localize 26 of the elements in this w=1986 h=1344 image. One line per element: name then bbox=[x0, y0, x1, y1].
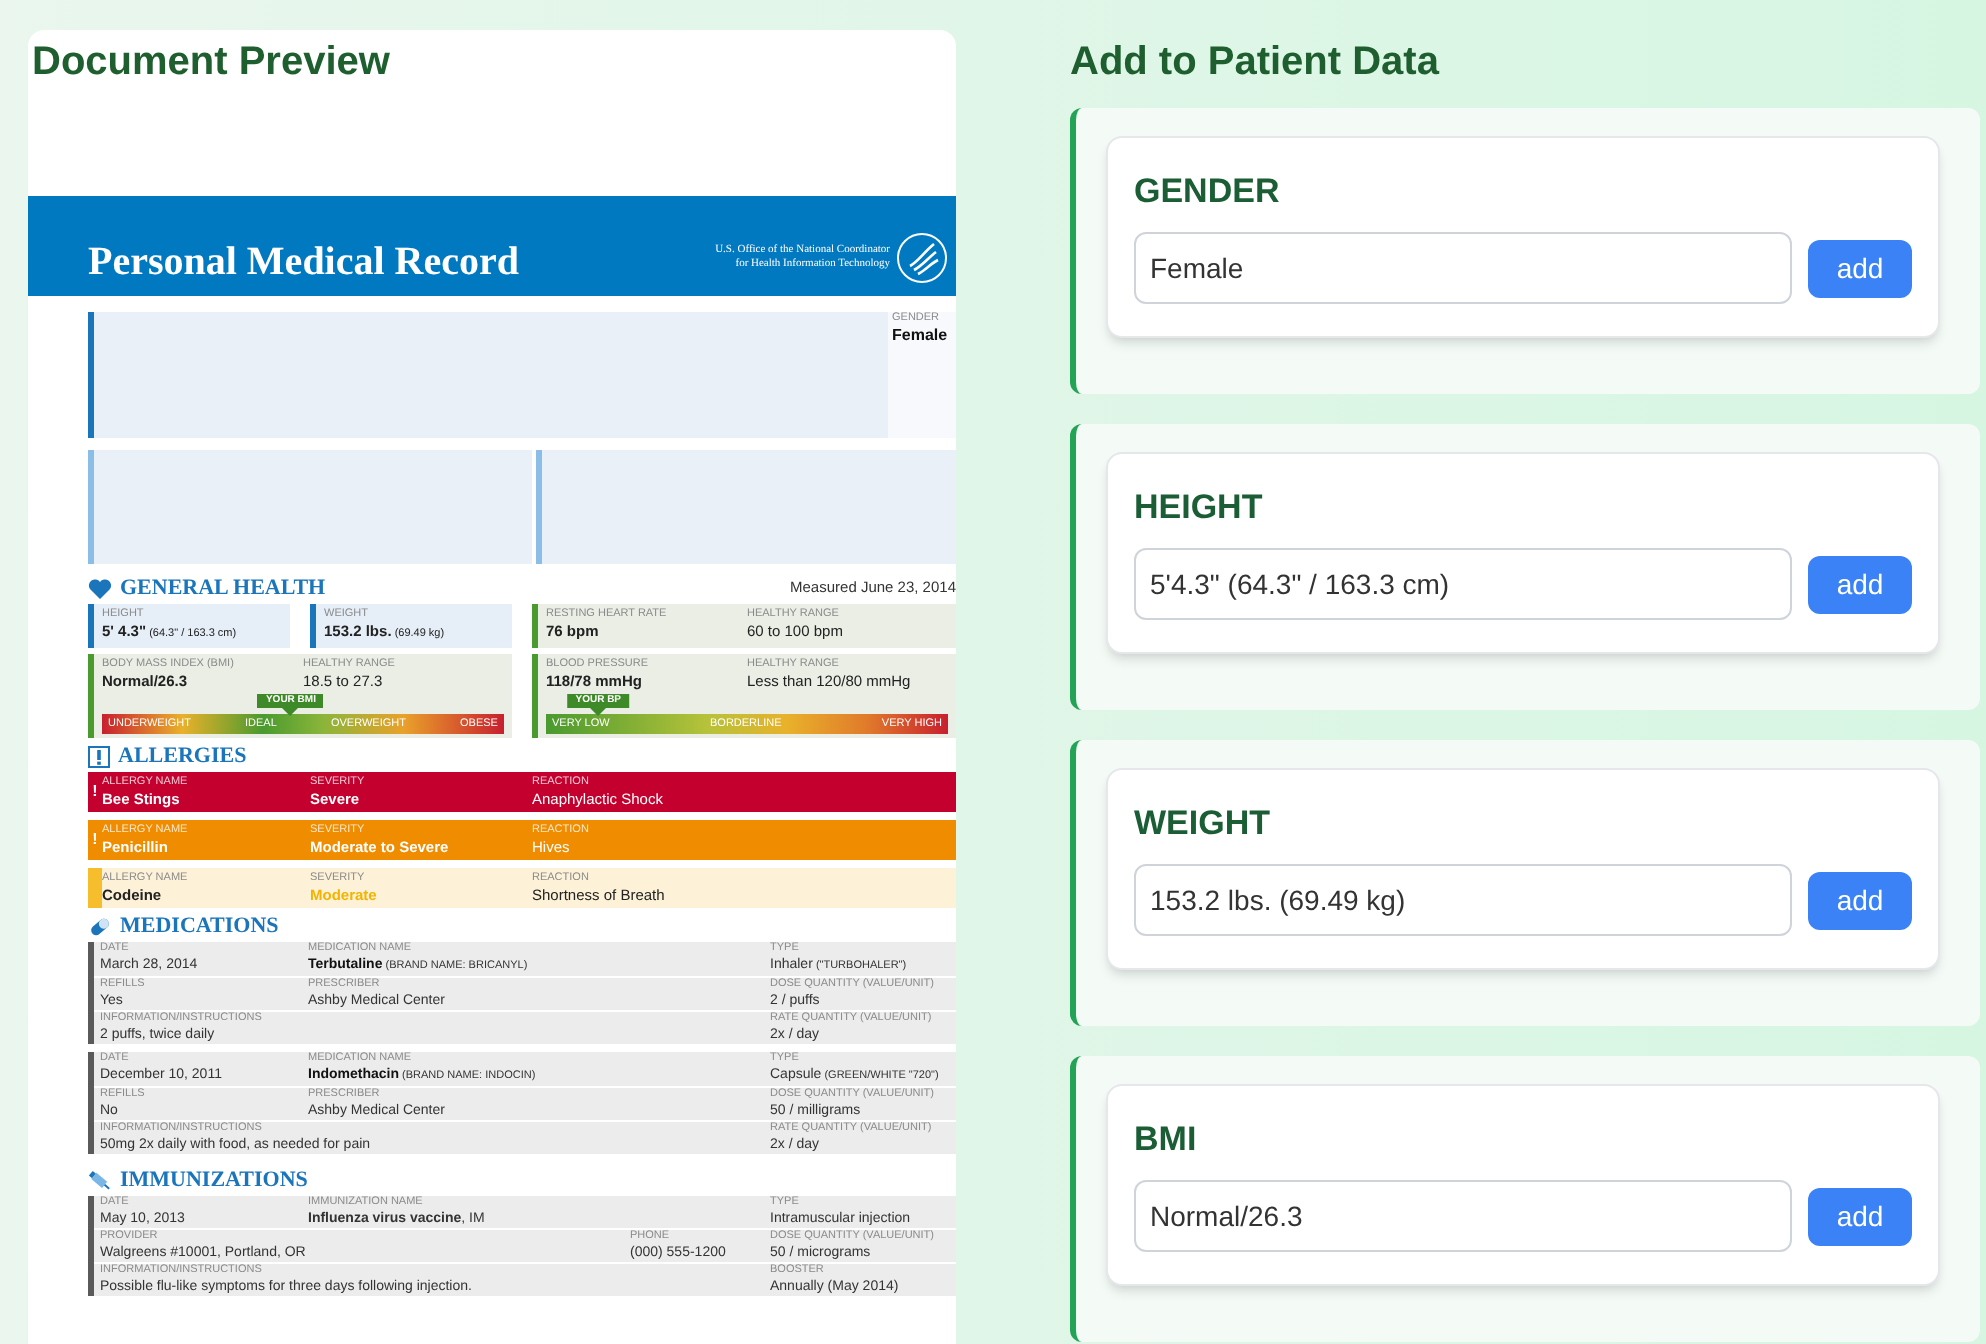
section-title: IMMUNIZATIONS bbox=[120, 1168, 308, 1194]
field-title: GENDER bbox=[1134, 170, 1282, 214]
add-button[interactable]: add bbox=[1808, 871, 1912, 929]
field-title: WEIGHT bbox=[1134, 802, 1272, 846]
panel-title: Document Preview bbox=[30, 38, 392, 88]
field-title: BMI bbox=[1134, 1118, 1199, 1162]
section-title: ALLERGIES bbox=[118, 744, 247, 770]
value-input[interactable]: Female bbox=[1134, 232, 1792, 304]
panel-title: Add to Patient Data bbox=[1070, 38, 1442, 88]
value-input[interactable]: Normal/26.3 bbox=[1134, 1180, 1792, 1252]
add-button[interactable]: add bbox=[1808, 555, 1912, 613]
value-input[interactable]: 5'4.3" (64.3" / 163.3 cm) bbox=[1134, 548, 1792, 620]
warning-mark: ! bbox=[92, 832, 98, 848]
heart-icon bbox=[88, 578, 112, 600]
add-button[interactable]: add bbox=[1808, 239, 1912, 297]
section-title: MEDICATIONS bbox=[120, 914, 279, 940]
section-title: GENERAL HEALTH bbox=[120, 576, 326, 602]
value-input[interactable]: 153.2 lbs. (69.49 kg) bbox=[1134, 864, 1792, 936]
document-title: Personal Medical Record bbox=[88, 240, 519, 284]
warning-mark: ! bbox=[92, 784, 98, 800]
add-button[interactable]: add bbox=[1808, 1187, 1912, 1245]
alert-icon bbox=[88, 746, 110, 768]
field-title: HEIGHT bbox=[1134, 486, 1265, 530]
field-value: Female bbox=[892, 326, 950, 346]
pill-icon bbox=[88, 916, 112, 938]
syringe-icon bbox=[88, 1170, 112, 1192]
